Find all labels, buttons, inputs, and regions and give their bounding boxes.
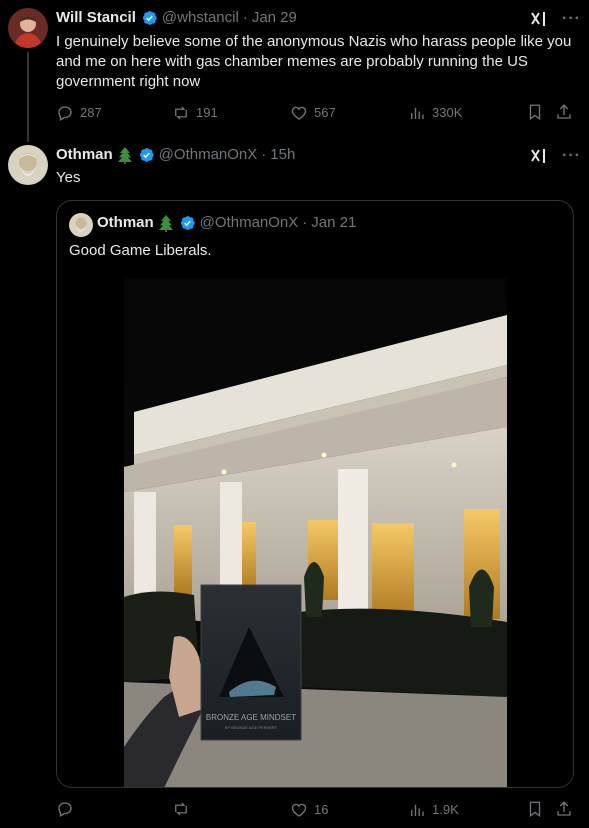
tweet-top-actions: ··· <box>530 10 581 28</box>
timestamp[interactable]: 15h <box>270 145 295 165</box>
verified-badge-icon <box>142 11 157 25</box>
tweet-top-actions: ··· <box>530 147 581 165</box>
more-icon[interactable]: ··· <box>562 148 581 164</box>
more-icon[interactable]: ··· <box>562 11 581 27</box>
views-icon <box>411 804 424 816</box>
reply-icon <box>58 802 72 817</box>
quoted-handle: @OthmanOnX <box>199 214 299 231</box>
bookmark-button[interactable] <box>526 103 544 121</box>
avatar-will-stancil[interactable] <box>8 8 48 48</box>
timestamp[interactable]: Jan 29 <box>252 8 297 28</box>
views-icon <box>411 107 424 119</box>
thread-connector-line <box>27 52 29 142</box>
bookmark-icon <box>529 801 541 818</box>
reply-count: 287 <box>80 105 102 120</box>
separator-dot: · <box>242 9 248 26</box>
tweet-actions-bar: 16 1.9K <box>56 800 576 820</box>
quoted-display-name: Othman <box>97 214 154 231</box>
display-name[interactable]: Othman <box>56 145 113 165</box>
like-count: 16 <box>314 802 329 817</box>
tweet-actions-bar: 287 191 567 330K <box>56 103 576 123</box>
quoted-text: Good Game Liberals. <box>69 242 212 259</box>
views-button[interactable]: 1.9K <box>408 800 459 820</box>
separator-dot: · <box>261 146 267 163</box>
evergreen-tree-emoji <box>158 215 173 232</box>
tweet-header: Othman @OthmanOnX · 15h <box>56 145 295 165</box>
repost-count: 191 <box>196 105 218 120</box>
views-count: 1.9K <box>432 802 459 817</box>
tweet-text: Yes <box>56 169 81 186</box>
verified-badge-icon <box>139 148 154 162</box>
reply-button[interactable] <box>56 800 74 818</box>
quoted-photo[interactable]: BRONZE AGE MINDSET BY BRONZE AGE PERVERT <box>124 277 507 787</box>
like-button[interactable]: 16 <box>290 800 328 820</box>
views-count: 330K <box>432 105 463 120</box>
user-handle[interactable]: @OthmanOnX <box>159 145 258 165</box>
separator-dot: · <box>302 214 308 231</box>
reply-icon <box>58 106 72 121</box>
quoted-tweet[interactable]: Othman @OthmanOnX · Jan 21 Good Game Lib… <box>56 200 574 788</box>
grok-icon[interactable] <box>530 147 548 165</box>
repost-icon <box>175 106 187 120</box>
like-button[interactable]: 567 <box>290 103 336 123</box>
bookmark-button[interactable] <box>526 800 544 818</box>
reply-button[interactable]: 287 <box>56 103 102 123</box>
like-count: 567 <box>314 105 336 120</box>
repost-button[interactable]: 191 <box>172 103 218 123</box>
book-title: BRONZE AGE MINDSET <box>206 713 296 722</box>
verified-badge-icon <box>180 216 195 230</box>
repost-icon <box>175 802 187 816</box>
share-button[interactable] <box>555 800 573 818</box>
display-name[interactable]: Will Stancil <box>56 8 136 28</box>
tweet-will-stancil[interactable]: Will Stancil @whstancil · Jan 29 ··· I g… <box>0 0 589 142</box>
heart-icon <box>291 803 307 817</box>
quoted-timestamp: Jan 21 <box>311 214 357 231</box>
quoted-header: Othman @OthmanOnX · Jan 21 <box>97 213 356 233</box>
grok-icon[interactable] <box>530 10 548 28</box>
views-button[interactable]: 330K <box>408 103 462 123</box>
bookmark-icon <box>529 104 541 121</box>
avatar-othman[interactable] <box>8 145 48 185</box>
evergreen-tree-emoji <box>117 147 132 164</box>
share-button[interactable] <box>555 103 573 121</box>
user-handle[interactable]: @whstancil <box>162 8 239 28</box>
share-icon <box>557 104 571 119</box>
tweet-text: I genuinely believe some of the anonymou… <box>56 33 572 90</box>
book-author: BY BRONZE AGE PERVERT <box>225 725 278 730</box>
tweet-header: Will Stancil @whstancil · Jan 29 <box>56 8 297 28</box>
repost-button[interactable] <box>172 800 190 818</box>
quoted-avatar <box>69 213 93 237</box>
heart-icon <box>291 106 307 120</box>
share-icon <box>557 801 571 816</box>
